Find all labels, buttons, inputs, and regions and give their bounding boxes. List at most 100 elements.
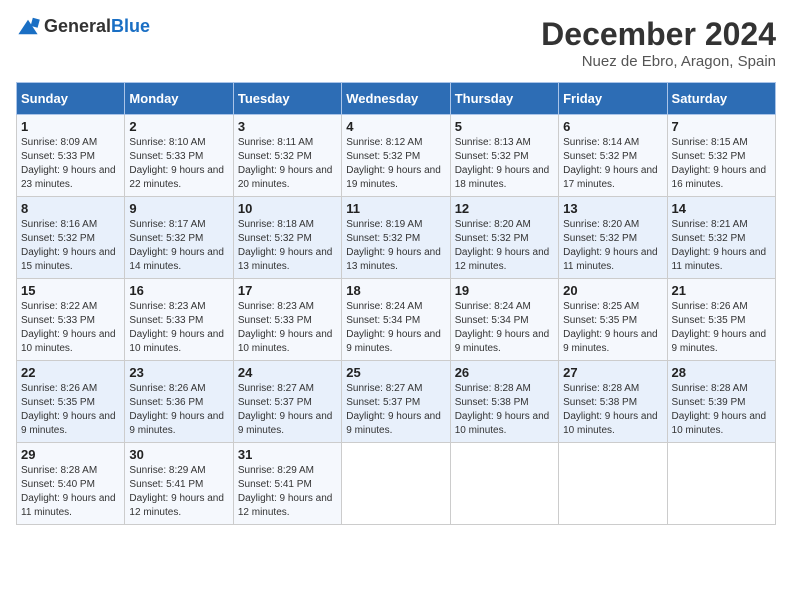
calendar-cell xyxy=(342,443,450,525)
day-number: 8 xyxy=(21,201,120,216)
day-number: 16 xyxy=(129,283,228,298)
day-number: 31 xyxy=(238,447,337,462)
calendar-cell xyxy=(559,443,667,525)
day-number: 28 xyxy=(672,365,771,380)
calendar-cell: 20 Sunrise: 8:25 AMSunset: 5:35 PMDayligh… xyxy=(559,279,667,361)
day-number: 27 xyxy=(563,365,662,380)
subtitle: Nuez de Ebro, Aragon, Spain xyxy=(541,53,776,70)
day-info: Sunrise: 8:18 AMSunset: 5:32 PMDaylight:… xyxy=(238,218,337,274)
calendar-cell: 14Sunrise: 8:21 AMSunset: 5:32 PMDayligh… xyxy=(667,197,775,279)
day-info: Sunrise: 8:23 AMSunset: 5:33 PMDaylight:… xyxy=(129,300,228,356)
calendar-cell: 23Sunrise: 8:26 AMSunset: 5:36 PMDayligh… xyxy=(125,361,233,443)
day-info: Sunrise: 8:17 AMSunset: 5:32 PMDaylight:… xyxy=(129,218,228,274)
calendar-cell: 5 Sunrise: 8:13 AMSunset: 5:32 PMDaylight… xyxy=(450,115,558,197)
day-number: 25 xyxy=(346,365,445,380)
calendar-cell: 6 Sunrise: 8:14 AMSunset: 5:32 PMDaylight… xyxy=(559,115,667,197)
day-info: Sunrise: 8:24 AMSunset: 5:34 PMDaylight:… xyxy=(455,300,554,356)
day-number: 21 xyxy=(672,283,771,298)
calendar-cell: 8 Sunrise: 8:16 AMSunset: 5:32 PMDaylight… xyxy=(17,197,125,279)
day-info: Sunrise: 8:26 AMSunset: 5:35 PMDaylight:… xyxy=(21,382,120,438)
calendar-cell: 19 Sunrise: 8:24 AMSunset: 5:34 PMDayligh… xyxy=(450,279,558,361)
calendar-cell: 10Sunrise: 8:18 AMSunset: 5:32 PMDayligh… xyxy=(233,197,341,279)
logo-blue: Blue xyxy=(111,16,150,36)
day-number: 22 xyxy=(21,365,120,380)
calendar-cell: 2 Sunrise: 8:10 AMSunset: 5:33 PMDaylight… xyxy=(125,115,233,197)
logo: GeneralBlue xyxy=(16,16,150,37)
day-number: 18 xyxy=(346,283,445,298)
day-info: Sunrise: 8:24 AMSunset: 5:34 PMDaylight:… xyxy=(346,300,445,356)
day-number: 20 xyxy=(563,283,662,298)
week-row-3: 15 Sunrise: 8:22 AMSunset: 5:33 PMDayligh… xyxy=(17,279,776,361)
day-info: Sunrise: 8:13 AMSunset: 5:32 PMDaylight:… xyxy=(455,136,554,192)
calendar-cell: 30 Sunrise: 8:29 AMSunset: 5:41 PMDayligh… xyxy=(125,443,233,525)
header-monday: Monday xyxy=(125,83,233,115)
day-number: 3 xyxy=(238,119,337,134)
day-number: 7 xyxy=(672,119,771,134)
calendar-cell: 16 Sunrise: 8:23 AMSunset: 5:33 PMDayligh… xyxy=(125,279,233,361)
day-number: 17 xyxy=(238,283,337,298)
calendar-cell: 18 Sunrise: 8:24 AMSunset: 5:34 PMDayligh… xyxy=(342,279,450,361)
day-info: Sunrise: 8:12 AMSunset: 5:32 PMDaylight:… xyxy=(346,136,445,192)
day-number: 13 xyxy=(563,201,662,216)
header-friday: Friday xyxy=(559,83,667,115)
logo-general: General xyxy=(44,16,111,36)
day-number: 9 xyxy=(129,201,228,216)
calendar-cell: 11Sunrise: 8:19 AMSunset: 5:32 PMDayligh… xyxy=(342,197,450,279)
header-wednesday: Wednesday xyxy=(342,83,450,115)
day-number: 11 xyxy=(346,201,445,216)
day-info: Sunrise: 8:25 AMSunset: 5:35 PMDaylight:… xyxy=(563,300,662,356)
day-info: Sunrise: 8:14 AMSunset: 5:32 PMDaylight:… xyxy=(563,136,662,192)
header-sunday: Sunday xyxy=(17,83,125,115)
calendar-cell: 12Sunrise: 8:20 AMSunset: 5:32 PMDayligh… xyxy=(450,197,558,279)
week-row-1: 1Sunrise: 8:09 AMSunset: 5:33 PMDaylight… xyxy=(17,115,776,197)
day-info: Sunrise: 8:29 AMSunset: 5:41 PMDaylight:… xyxy=(129,464,228,520)
calendar-cell: 21 Sunrise: 8:26 AMSunset: 5:35 PMDayligh… xyxy=(667,279,775,361)
day-info: Sunrise: 8:29 AMSunset: 5:41 PMDaylight:… xyxy=(238,464,337,520)
logo-icon xyxy=(16,17,40,37)
calendar-cell: 29Sunrise: 8:28 AMSunset: 5:40 PMDayligh… xyxy=(17,443,125,525)
day-info: Sunrise: 8:15 AMSunset: 5:32 PMDaylight:… xyxy=(672,136,771,192)
day-number: 26 xyxy=(455,365,554,380)
calendar-header-row: SundayMondayTuesdayWednesdayThursdayFrid… xyxy=(17,83,776,115)
week-row-4: 22 Sunrise: 8:26 AMSunset: 5:35 PMDayligh… xyxy=(17,361,776,443)
calendar-cell: 3Sunrise: 8:11 AMSunset: 5:32 PMDaylight… xyxy=(233,115,341,197)
calendar-cell: 22 Sunrise: 8:26 AMSunset: 5:35 PMDayligh… xyxy=(17,361,125,443)
day-info: Sunrise: 8:09 AMSunset: 5:33 PMDaylight:… xyxy=(21,136,120,192)
week-row-5: 29Sunrise: 8:28 AMSunset: 5:40 PMDayligh… xyxy=(17,443,776,525)
calendar-cell xyxy=(667,443,775,525)
day-number: 2 xyxy=(129,119,228,134)
day-info: Sunrise: 8:28 AMSunset: 5:38 PMDaylight:… xyxy=(455,382,554,438)
day-number: 30 xyxy=(129,447,228,462)
calendar-cell: 26 Sunrise: 8:28 AMSunset: 5:38 PMDayligh… xyxy=(450,361,558,443)
calendar-cell: 7 Sunrise: 8:15 AMSunset: 5:32 PMDaylight… xyxy=(667,115,775,197)
calendar-table: SundayMondayTuesdayWednesdayThursdayFrid… xyxy=(16,82,776,525)
header-saturday: Saturday xyxy=(667,83,775,115)
main-title: December 2024 xyxy=(541,16,776,53)
week-row-2: 8 Sunrise: 8:16 AMSunset: 5:32 PMDaylight… xyxy=(17,197,776,279)
day-number: 19 xyxy=(455,283,554,298)
calendar-cell xyxy=(450,443,558,525)
calendar-cell: 27Sunrise: 8:28 AMSunset: 5:38 PMDayligh… xyxy=(559,361,667,443)
day-number: 14 xyxy=(672,201,771,216)
calendar-cell: 31 Sunrise: 8:29 AMSunset: 5:41 PMDayligh… xyxy=(233,443,341,525)
day-info: Sunrise: 8:28 AMSunset: 5:39 PMDaylight:… xyxy=(672,382,771,438)
calendar-cell: 25Sunrise: 8:27 AMSunset: 5:37 PMDayligh… xyxy=(342,361,450,443)
day-number: 15 xyxy=(21,283,120,298)
day-info: Sunrise: 8:27 AMSunset: 5:37 PMDaylight:… xyxy=(238,382,337,438)
day-number: 12 xyxy=(455,201,554,216)
day-info: Sunrise: 8:16 AMSunset: 5:32 PMDaylight:… xyxy=(21,218,120,274)
calendar-cell: 4Sunrise: 8:12 AMSunset: 5:32 PMDaylight… xyxy=(342,115,450,197)
calendar-cell: 28 Sunrise: 8:28 AMSunset: 5:39 PMDayligh… xyxy=(667,361,775,443)
calendar-cell: 13Sunrise: 8:20 AMSunset: 5:32 PMDayligh… xyxy=(559,197,667,279)
day-number: 24 xyxy=(238,365,337,380)
day-number: 6 xyxy=(563,119,662,134)
day-info: Sunrise: 8:26 AMSunset: 5:35 PMDaylight:… xyxy=(672,300,771,356)
title-area: December 2024 Nuez de Ebro, Aragon, Spai… xyxy=(541,16,776,70)
day-info: Sunrise: 8:22 AMSunset: 5:33 PMDaylight:… xyxy=(21,300,120,356)
header-tuesday: Tuesday xyxy=(233,83,341,115)
day-number: 5 xyxy=(455,119,554,134)
calendar-cell: 1Sunrise: 8:09 AMSunset: 5:33 PMDaylight… xyxy=(17,115,125,197)
day-number: 29 xyxy=(21,447,120,462)
day-info: Sunrise: 8:10 AMSunset: 5:33 PMDaylight:… xyxy=(129,136,228,192)
day-info: Sunrise: 8:26 AMSunset: 5:36 PMDaylight:… xyxy=(129,382,228,438)
